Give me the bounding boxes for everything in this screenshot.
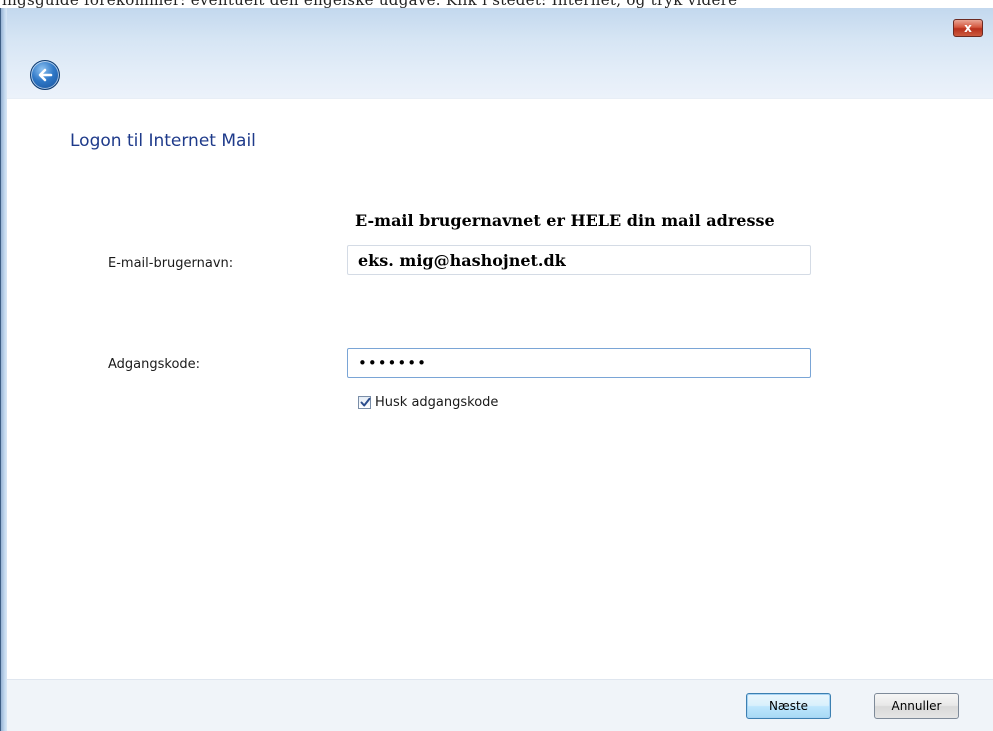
password-label: Adgangskode: bbox=[108, 357, 201, 372]
email-input[interactable] bbox=[347, 245, 811, 275]
remember-password-label: Husk adgangskode bbox=[375, 395, 499, 410]
remember-password-row[interactable]: Husk adgangskode bbox=[358, 395, 498, 410]
back-arrow-icon bbox=[38, 68, 53, 82]
email-hint: E-mail brugernavnet er HELE din mail adr… bbox=[355, 211, 775, 230]
close-icon: x bbox=[964, 21, 972, 35]
cropped-text-strip: ingsguide forekommer: eventuelt den enge… bbox=[0, 0, 993, 8]
page-title: Logon til Internet Mail bbox=[70, 131, 256, 151]
password-input[interactable] bbox=[347, 348, 811, 378]
email-label: E-mail-brugernavn: bbox=[108, 256, 234, 271]
cancel-button[interactable]: Annuller bbox=[874, 693, 959, 719]
remember-password-checkbox[interactable] bbox=[358, 396, 371, 409]
wizard-content: Logon til Internet Mail E-mail brugernav… bbox=[7, 99, 993, 679]
wizard-footer: Næste Annuller bbox=[7, 679, 993, 731]
cropped-text: ingsguide forekommer: eventuelt den enge… bbox=[2, 0, 737, 8]
next-button[interactable]: Næste bbox=[746, 693, 831, 719]
close-button[interactable]: x bbox=[953, 19, 983, 37]
back-button[interactable] bbox=[30, 60, 60, 90]
titlebar: x bbox=[7, 8, 993, 99]
window-left-border bbox=[0, 8, 7, 731]
checkmark-icon bbox=[360, 397, 371, 407]
wizard-window: x Logon til Internet Mail E-mail brugern… bbox=[0, 8, 993, 731]
